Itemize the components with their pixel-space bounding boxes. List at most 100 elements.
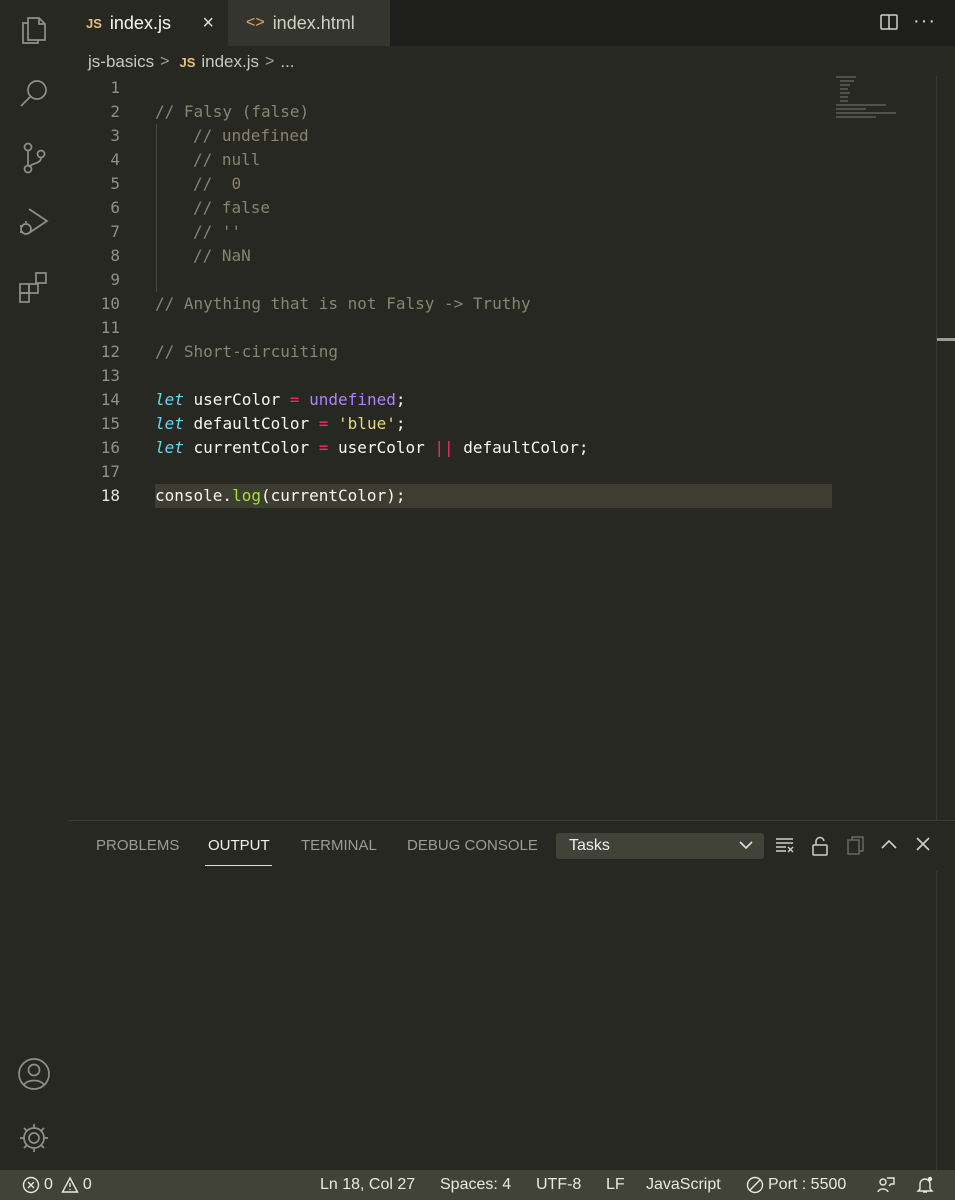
code-editor[interactable]: 1 2 3 4 5 6 7 8 9 10 11 12 13 14 15 16 1… — [68, 76, 936, 820]
javascript-file-icon: JS — [179, 54, 196, 70]
maximize-panel-icon[interactable] — [880, 836, 898, 859]
tab-problems[interactable]: PROBLEMS — [96, 837, 179, 854]
clear-output-icon[interactable] — [775, 836, 795, 859]
chevron-down-icon — [738, 837, 754, 858]
tab-label: index.js — [109, 12, 171, 33]
scrollbar-thumb[interactable] — [937, 338, 955, 341]
keyword: let — [155, 390, 184, 409]
operator: = — [318, 438, 329, 457]
activity-bar — [0, 0, 68, 1170]
line-number: 3 — [110, 126, 120, 145]
line-number: 14 — [100, 390, 120, 409]
html-file-icon: <> — [246, 14, 265, 31]
warning-icon — [61, 1176, 79, 1193]
error-count: 0 — [44, 1176, 53, 1193]
extensions-icon[interactable] — [16, 268, 52, 304]
end-of-line[interactable]: LF — [606, 1176, 625, 1194]
breadcrumb-file[interactable]: index.js — [201, 52, 259, 72]
feedback-icon[interactable] — [876, 1176, 896, 1194]
punctuation: ; — [395, 390, 406, 409]
editor-scrollbar[interactable] — [936, 76, 955, 820]
port-label: Port : 5500 — [768, 1176, 847, 1193]
tab-label: index.html — [272, 12, 355, 33]
keyword: let — [155, 414, 184, 433]
code-line: // Falsy (false) — [155, 102, 310, 121]
live-server-port[interactable]: Port : 5500 — [746, 1176, 846, 1194]
identifier: defaultColor; — [453, 438, 589, 457]
encoding[interactable]: UTF-8 — [536, 1176, 581, 1194]
code-line: let defaultColor = 'blue'; — [155, 414, 405, 433]
keyword: let — [155, 438, 184, 457]
tab-output[interactable]: OUTPUT — [208, 837, 270, 854]
bottom-panel: PROBLEMS OUTPUT TERMINAL DEBUG CONSOLE T… — [68, 820, 955, 1171]
problems-status[interactable]: 0 0 — [22, 1176, 92, 1194]
identifier: userColor — [328, 438, 435, 457]
line-number: 7 — [110, 222, 120, 241]
line-number: 10 — [100, 294, 120, 313]
bell-icon[interactable] — [916, 1176, 934, 1194]
identifier: (currentColor); — [260, 486, 406, 505]
line-number: 2 — [110, 102, 120, 121]
tab-debug-console[interactable]: DEBUG CONSOLE — [407, 837, 538, 854]
tab-index-js[interactable]: JS index.js × — [68, 0, 228, 46]
tab-terminal[interactable]: TERMINAL — [301, 837, 377, 854]
more-actions-icon[interactable]: ··· — [913, 10, 936, 33]
identifier: console. — [155, 486, 233, 505]
breadcrumb: js-basics > JS index.js > ... — [88, 50, 295, 74]
string: 'blue' — [328, 414, 396, 433]
code-line: // false — [193, 198, 271, 217]
javascript-file-icon: JS — [86, 15, 102, 31]
line-number: 12 — [100, 342, 120, 361]
panel-scrollbar[interactable] — [936, 871, 955, 1171]
close-icon[interactable]: × — [202, 12, 214, 35]
lock-icon[interactable] — [811, 836, 829, 861]
tab-index-html[interactable]: <> index.html — [228, 0, 390, 46]
line-number: 6 — [110, 198, 120, 217]
minimap[interactable] — [836, 76, 936, 128]
cursor-position[interactable]: Ln 18, Col 27 — [320, 1176, 415, 1194]
line-number-current: 18 — [100, 486, 120, 505]
code-line: // Short-circuiting — [155, 342, 339, 361]
breadcrumb-folder[interactable]: js-basics — [88, 52, 154, 72]
identifier: defaultColor — [183, 414, 319, 433]
identifier: currentColor — [183, 438, 319, 457]
line-number: 15 — [100, 414, 120, 433]
line-number: 17 — [100, 462, 120, 481]
function-call: log — [232, 486, 261, 505]
operator: = — [318, 414, 329, 433]
search-icon[interactable] — [16, 76, 52, 112]
language-mode[interactable]: JavaScript — [646, 1176, 721, 1194]
line-number: 1 — [110, 78, 120, 97]
copy-icon[interactable] — [845, 836, 865, 861]
indentation[interactable]: Spaces: 4 — [440, 1176, 511, 1194]
line-number: 13 — [100, 366, 120, 385]
split-editor-icon[interactable] — [879, 12, 899, 37]
code-line: // null — [193, 150, 261, 169]
account-icon[interactable] — [16, 1056, 52, 1092]
close-panel-icon[interactable] — [915, 836, 931, 857]
files-icon[interactable] — [16, 12, 52, 48]
code-line: // undefined — [193, 126, 309, 145]
line-number: 16 — [100, 438, 120, 457]
active-tab-indicator — [205, 865, 272, 866]
gear-icon[interactable] — [16, 1120, 52, 1156]
code-line: console.log(currentColor); — [155, 486, 405, 505]
chevron-right-icon: > — [160, 53, 170, 70]
indent-guide — [156, 124, 157, 292]
line-number: 9 — [110, 270, 120, 289]
code-line: let currentColor = userColor || defaultC… — [155, 438, 589, 457]
line-number: 11 — [100, 318, 120, 337]
select-value: Tasks — [569, 837, 610, 854]
line-number: 5 — [110, 174, 120, 193]
punctuation: ; — [395, 414, 406, 433]
line-number: 4 — [110, 150, 120, 169]
source-control-icon[interactable] — [16, 140, 52, 176]
breadcrumb-more[interactable]: ... — [280, 52, 294, 72]
output-channel-select[interactable]: Tasks — [556, 833, 764, 859]
identifier: userColor — [183, 390, 290, 409]
editor-tab-bar: JS index.js × <> index.html ··· — [68, 0, 955, 46]
warning-count: 0 — [82, 1176, 92, 1193]
chevron-right-icon: > — [265, 53, 275, 70]
run-debug-icon[interactable] — [16, 204, 52, 240]
port-icon — [746, 1176, 764, 1194]
